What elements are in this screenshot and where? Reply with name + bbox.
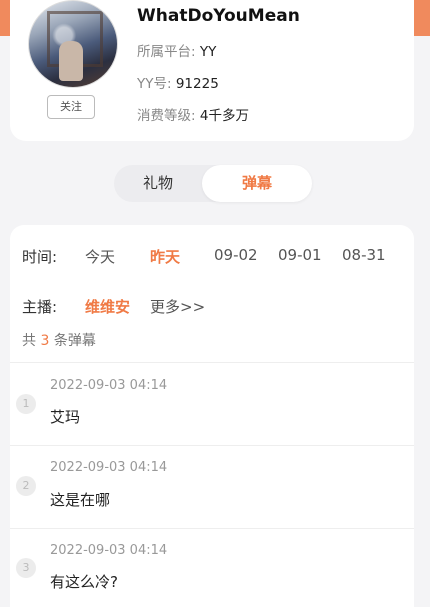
item-message: 这是在哪 <box>50 491 111 509</box>
yy-number-row: YY号: 91225 <box>137 72 219 92</box>
platform-row: 所属平台: YY <box>137 40 216 60</box>
host-option-selected[interactable]: 维维安 <box>85 296 130 317</box>
profile-card: 关注 WhatDoYouMean 所属平台: YY YY号: 91225 消费等… <box>10 0 414 141</box>
time-option-yesterday[interactable]: 昨天 <box>150 246 180 267</box>
time-option-0831[interactable]: 08-31 <box>342 246 386 264</box>
item-message: 有这么冷? <box>50 573 118 591</box>
follow-button[interactable]: 关注 <box>47 95 95 119</box>
divider <box>10 362 414 363</box>
item-message: 艾玛 <box>50 408 81 426</box>
item-timestamp: 2022-09-03 04:14 <box>50 378 168 393</box>
content-type-toggle: 礼物 弹幕 <box>114 165 312 202</box>
danmaku-count: 共 3 条弹幕 <box>22 330 96 350</box>
time-option-today[interactable]: 今天 <box>85 246 115 267</box>
item-timestamp: 2022-09-03 04:14 <box>50 543 168 558</box>
consumption-level-label: 消费等级: <box>137 108 196 124</box>
item-index-badge: 2 <box>16 476 36 496</box>
consumption-level-value: 4千多万 <box>199 108 249 124</box>
time-option-0902[interactable]: 09-02 <box>214 246 258 264</box>
username: WhatDoYouMean <box>137 6 300 26</box>
platform-label: 所属平台: <box>137 44 196 60</box>
count-number: 3 <box>40 333 50 349</box>
tab-gifts[interactable]: 礼物 <box>114 165 202 202</box>
divider <box>10 445 414 446</box>
tab-danmaku[interactable]: 弹幕 <box>202 165 312 202</box>
time-option-0901[interactable]: 09-01 <box>278 246 322 264</box>
platform-value: YY <box>199 44 217 60</box>
yy-number-label: YY号: <box>137 76 172 92</box>
item-index-badge: 3 <box>16 558 36 578</box>
avatar-figure-decoration <box>59 41 83 81</box>
danmaku-panel: 时间: 今天 昨天 09-02 09-01 08-31 主播: 维维安 更多>>… <box>10 225 414 607</box>
item-timestamp: 2022-09-03 04:14 <box>50 460 168 475</box>
avatar[interactable] <box>28 0 118 88</box>
host-filter-label: 主播: <box>22 298 58 316</box>
host-more-link[interactable]: 更多>> <box>150 296 205 317</box>
time-filter-label: 时间: <box>22 248 58 266</box>
consumption-level-row: 消费等级: 4千多万 <box>137 104 249 124</box>
count-suffix: 条弹幕 <box>53 333 96 349</box>
item-index-badge: 1 <box>16 394 36 414</box>
count-prefix: 共 <box>22 333 36 349</box>
yy-number-value: 91225 <box>175 76 219 92</box>
divider <box>10 528 414 529</box>
